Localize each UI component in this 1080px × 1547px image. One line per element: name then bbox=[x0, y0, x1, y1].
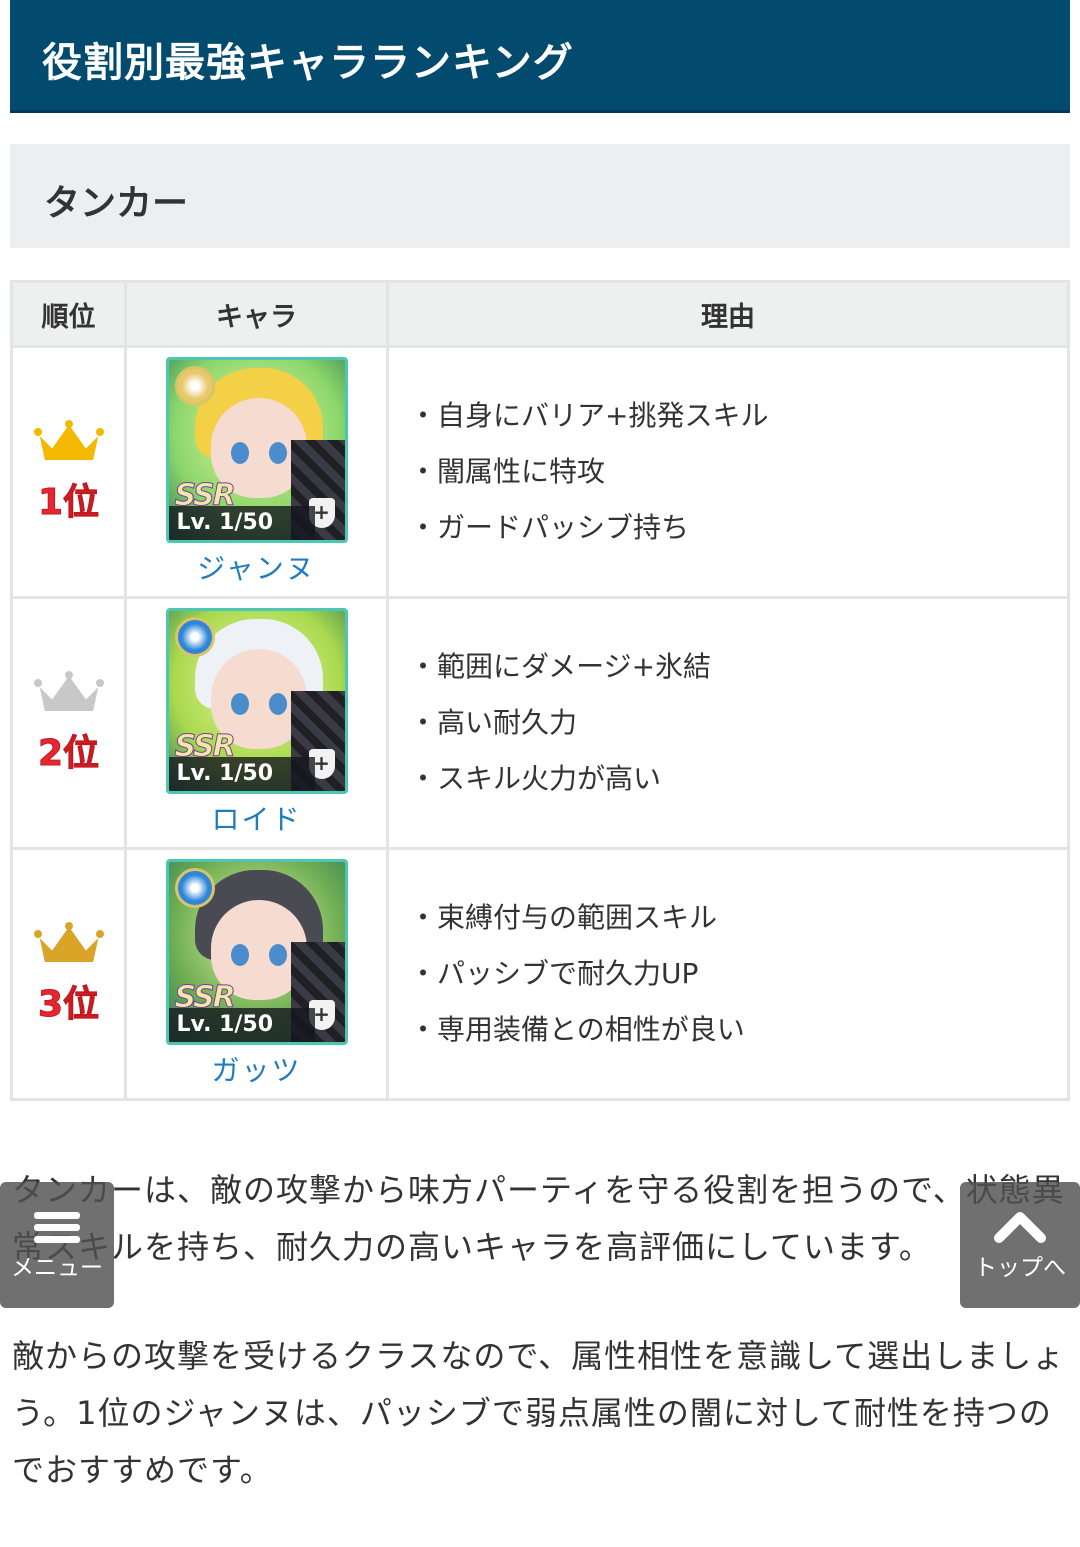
reason-item: ・パッシブで耐久力UP bbox=[409, 957, 699, 990]
rank-label: 1位 bbox=[37, 482, 100, 524]
description-paragraph: 敵からの攻撃を受けるクラスなので、属性相性を意識して選出しましょう。1位のジャン… bbox=[12, 1337, 1066, 1489]
reason-item: ・束縛付与の範囲スキル bbox=[409, 901, 718, 934]
rank-label: 3位 bbox=[37, 984, 100, 1026]
table-row: 1位 + SSR Lv. 1/50 ジャンヌ ・自身にバリア+挑発スキル ・闇属性… bbox=[10, 345, 1070, 599]
character-name-link[interactable]: ロイド bbox=[127, 798, 386, 838]
page-title: 役割別最強キャラランキング bbox=[42, 40, 574, 86]
element-icon bbox=[174, 617, 215, 657]
header-reason: 理由 bbox=[386, 280, 1070, 348]
character-cell: + SSR Lv. 1/50 ガッツ bbox=[124, 847, 389, 1101]
table-row: 2位 + SSR Lv. 1/50 ロイド ・範囲にダメージ+氷結 ・高い耐久力・… bbox=[10, 596, 1070, 850]
character-portrait[interactable]: + SSR Lv. 1/50 bbox=[165, 859, 348, 1045]
character-cell: + SSR Lv. 1/50 ジャンヌ bbox=[124, 345, 389, 599]
header-rank: 順位 bbox=[10, 280, 127, 348]
page-header: 役割別最強キャラランキング bbox=[10, 0, 1070, 113]
character-cell: + SSR Lv. 1/50 ロイド bbox=[124, 596, 389, 850]
character-name-link[interactable]: ガッツ bbox=[127, 1049, 386, 1089]
table-header-row: 順位 キャラ 理由 bbox=[10, 280, 1070, 348]
reason-item: ・自身にバリア+挑発スキル bbox=[409, 399, 769, 432]
ranking-table: 順位 キャラ 理由 1位 + SSR Lv. 1/50 ジャンヌ ・自身にバリア… bbox=[10, 280, 1070, 1101]
menu-button[interactable]: メニュー bbox=[0, 1182, 114, 1308]
character-name-link[interactable]: ジャンヌ bbox=[127, 547, 386, 587]
crown-icon bbox=[33, 671, 104, 713]
rank-cell: 1位 bbox=[10, 345, 127, 599]
reason-item: ・闇属性に特攻 bbox=[409, 455, 606, 488]
reason-list: ・範囲にダメージ+氷結 ・高い耐久力・スキル火力が高い bbox=[389, 639, 1067, 807]
table-row: 3位 + SSR Lv. 1/50 ガッツ ・束縛付与の範囲スキル ・パッシブで耐… bbox=[10, 847, 1070, 1101]
reason-item: ・ガードパッシブ持ち bbox=[409, 511, 690, 544]
character-portrait[interactable]: + SSR Lv. 1/50 bbox=[165, 608, 348, 794]
header-character: キャラ bbox=[124, 280, 389, 348]
level-label: Lv. 1/50 bbox=[168, 506, 315, 540]
reason-list: ・自身にバリア+挑発スキル ・闇属性に特攻・ガードパッシブ持ち bbox=[389, 388, 1067, 556]
reason-cell: ・範囲にダメージ+氷結 ・高い耐久力・スキル火力が高い bbox=[386, 596, 1070, 850]
reason-item: ・専用装備との相性が良い bbox=[409, 1013, 745, 1046]
reason-item: ・範囲にダメージ+氷結 bbox=[409, 650, 712, 683]
reason-cell: ・自身にバリア+挑発スキル ・闇属性に特攻・ガードパッシブ持ち bbox=[386, 345, 1070, 599]
element-icon bbox=[174, 868, 215, 908]
level-label: Lv. 1/50 bbox=[168, 1008, 315, 1042]
section-title: タンカー bbox=[44, 183, 189, 224]
menu-label: メニュー bbox=[11, 1255, 103, 1281]
reason-item: ・スキル火力が高い bbox=[409, 762, 662, 795]
element-icon bbox=[174, 366, 215, 406]
crown-icon bbox=[33, 922, 104, 964]
reason-item: ・高い耐久力 bbox=[409, 706, 578, 739]
description-paragraph: タンカーは、敵の攻撃から味方パーティを守る役割を担うので、状態異常スキルを持ち、… bbox=[12, 1171, 1065, 1266]
crown-icon bbox=[33, 420, 104, 462]
character-portrait[interactable]: + SSR Lv. 1/50 bbox=[165, 357, 348, 543]
back-to-top-button[interactable]: トップへ bbox=[960, 1182, 1080, 1308]
reason-cell: ・束縛付与の範囲スキル ・パッシブで耐久力UP ・専用装備との相性が良い bbox=[386, 847, 1070, 1101]
hamburger-icon bbox=[34, 1212, 80, 1243]
level-label: Lv. 1/50 bbox=[168, 757, 315, 791]
section-header: タンカー bbox=[10, 144, 1070, 248]
chevron-up-icon bbox=[994, 1212, 1046, 1243]
top-label: トップへ bbox=[974, 1255, 1066, 1281]
reason-list: ・束縛付与の範囲スキル ・パッシブで耐久力UP ・専用装備との相性が良い bbox=[389, 890, 1067, 1058]
rank-label: 2位 bbox=[37, 733, 100, 775]
rank-cell: 2位 bbox=[10, 596, 127, 850]
rank-cell: 3位 bbox=[10, 847, 127, 1101]
